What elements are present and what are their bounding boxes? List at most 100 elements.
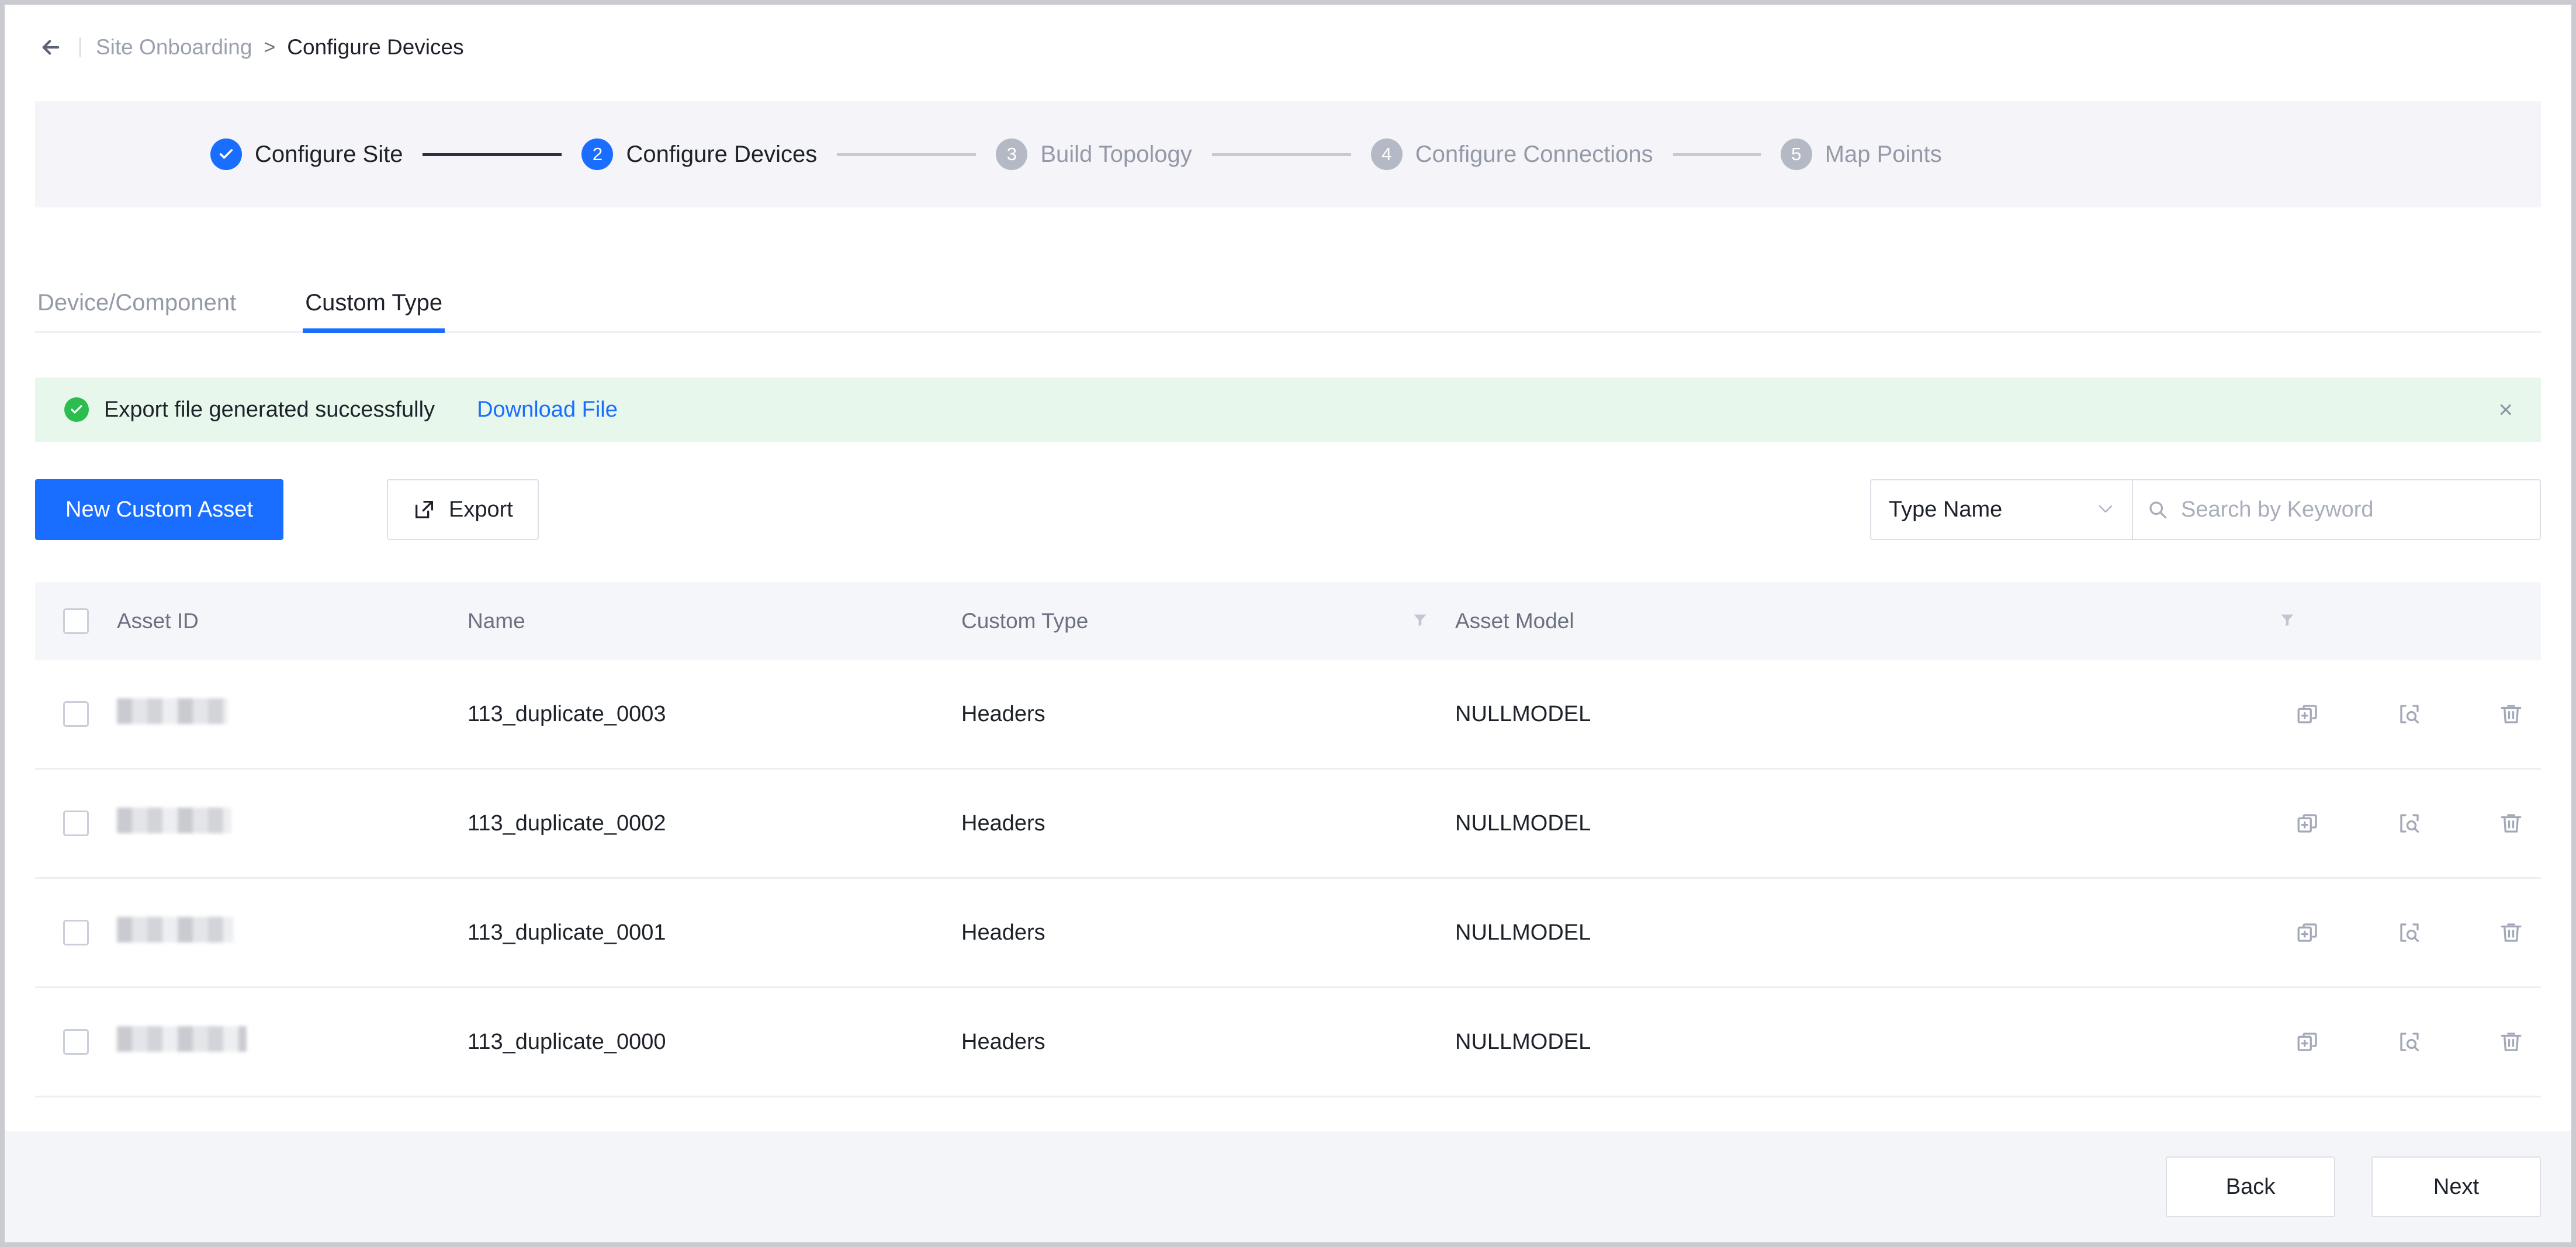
breadcrumb: Site Onboarding > Configure Devices (37, 33, 464, 62)
breadcrumb-parent[interactable]: Site Onboarding (96, 35, 252, 60)
breadcrumb-chevron: > (264, 36, 276, 58)
external-link-icon (413, 498, 436, 521)
row-select-cell (35, 701, 117, 727)
cell-custom-type: Headers (961, 810, 1045, 836)
table-row[interactable]: 113_duplicate_0002 Headers NULLMODEL (35, 770, 2541, 879)
step-badge-1 (210, 138, 242, 170)
type-name-select[interactable]: Type Name (1870, 479, 2132, 540)
wizard-footer: Back Next (5, 1131, 2571, 1242)
cell-name: 113_duplicate_0003 (468, 701, 666, 726)
search-input[interactable] (2181, 497, 2526, 522)
app-window: Site Onboarding > Configure Devices Conf… (5, 5, 2571, 1242)
step-connector-3 (1211, 153, 1351, 156)
stepper-steps: Configure Site 2 Configure Devices 3 Bui… (210, 138, 1942, 170)
col-asset-model: Asset Model (1455, 609, 2295, 633)
tab-custom-type[interactable]: Custom Type (303, 290, 445, 333)
row-select-cell (35, 1029, 117, 1055)
cell-actions (2295, 920, 2541, 945)
step-badge-5: 5 (1780, 138, 1812, 170)
duplicate-icon[interactable] (2295, 920, 2320, 945)
table-row[interactable]: 113_duplicate_0001 Headers NULLMODEL (35, 879, 2541, 988)
step-configure-site[interactable]: Configure Site (210, 138, 403, 170)
preview-icon[interactable] (2397, 702, 2422, 726)
step-label-3: Build Topology (1040, 141, 1192, 167)
breadcrumb-divider (79, 37, 81, 57)
row-checkbox[interactable] (63, 701, 89, 727)
preview-icon[interactable] (2397, 811, 2422, 836)
export-button[interactable]: Export (387, 479, 539, 540)
next-button[interactable]: Next (2371, 1156, 2541, 1217)
row-checkbox[interactable] (63, 810, 89, 836)
export-success-alert: Export file generated successfully Downl… (35, 377, 2541, 442)
duplicate-icon[interactable] (2295, 1030, 2320, 1054)
row-select-cell (35, 810, 117, 836)
step-configure-devices[interactable]: 2 Configure Devices (581, 138, 817, 170)
delete-icon[interactable] (2499, 811, 2523, 836)
cell-asset-model: NULLMODEL (1455, 1029, 1591, 1054)
table-row[interactable]: 113_duplicate_0000 Headers NULLMODEL (35, 988, 2541, 1097)
alert-message: Export file generated successfully (104, 397, 435, 422)
search-icon (2147, 499, 2168, 520)
select-all-cell (35, 608, 117, 634)
step-label-1: Configure Site (255, 141, 403, 167)
download-file-link[interactable]: Download File (477, 397, 618, 422)
table-toolbar: New Custom Asset Export Type Name (35, 479, 2541, 540)
row-checkbox[interactable] (63, 1029, 89, 1055)
step-connector-4 (1673, 153, 1761, 156)
search-field-wrapper[interactable] (2132, 479, 2541, 540)
delete-icon[interactable] (2499, 702, 2523, 726)
cell-asset-id (117, 808, 468, 839)
preview-icon[interactable] (2397, 1030, 2422, 1054)
check-circle-icon (64, 397, 89, 422)
step-label-4: Configure Connections (1415, 141, 1653, 167)
step-connector-2 (837, 153, 977, 156)
redacted-asset-id (117, 808, 231, 833)
row-checkbox[interactable] (63, 920, 89, 945)
cell-asset-model: NULLMODEL (1455, 920, 1591, 945)
redacted-asset-id (117, 917, 234, 943)
col-asset-id: Asset ID (117, 609, 199, 633)
custom-asset-table: Asset ID Name Custom Type Asset Model 11… (35, 582, 2541, 1097)
cell-custom-type: Headers (961, 701, 1045, 726)
step-label-5: Map Points (1824, 141, 1942, 167)
arrow-left-icon[interactable] (37, 34, 64, 61)
content-tabs: Device/Component Custom Type (35, 262, 2541, 333)
preview-icon[interactable] (2397, 920, 2422, 945)
cell-asset-model: NULLMODEL (1455, 701, 1591, 726)
duplicate-icon[interactable] (2295, 811, 2320, 836)
chevron-down-icon (2097, 500, 2114, 519)
filter-icon-asset-model[interactable] (2279, 609, 2295, 633)
cell-asset-id (117, 698, 468, 730)
table-header-row: Asset ID Name Custom Type Asset Model (35, 582, 2541, 660)
table-row[interactable]: 113_duplicate_0003 Headers NULLMODEL (35, 660, 2541, 770)
tab-device-component[interactable]: Device/Component (35, 290, 238, 331)
cell-actions (2295, 702, 2541, 726)
cell-custom-type: Headers (961, 1029, 1045, 1054)
select-all-checkbox[interactable] (63, 608, 89, 634)
delete-icon[interactable] (2499, 920, 2523, 945)
cell-actions (2295, 811, 2541, 836)
col-name: Name (468, 609, 525, 633)
back-button[interactable]: Back (2166, 1156, 2335, 1217)
cell-name: 113_duplicate_0000 (468, 1029, 666, 1054)
step-connector-1 (423, 153, 562, 156)
col-asset-model-label: Asset Model (1455, 609, 1574, 633)
cell-actions (2295, 1030, 2541, 1054)
export-button-label: Export (449, 497, 513, 522)
type-name-select-value: Type Name (1889, 497, 2003, 522)
step-configure-connections[interactable]: 4 Configure Connections (1370, 138, 1653, 170)
new-custom-asset-button[interactable]: New Custom Asset (35, 479, 283, 540)
search-controls: Type Name (1870, 479, 2541, 540)
cell-asset-id (117, 917, 468, 948)
delete-icon[interactable] (2499, 1030, 2523, 1054)
duplicate-icon[interactable] (2295, 702, 2320, 726)
close-icon[interactable]: × (2498, 397, 2513, 422)
step-map-points[interactable]: 5 Map Points (1780, 138, 1942, 170)
step-label-2: Configure Devices (626, 141, 818, 167)
step-build-topology[interactable]: 3 Build Topology (996, 138, 1192, 170)
wizard-stepper: Configure Site 2 Configure Devices 3 Bui… (35, 101, 2541, 207)
filter-icon-custom-type[interactable] (1412, 609, 1428, 633)
cell-asset-model: NULLMODEL (1455, 810, 1591, 836)
redacted-asset-id (117, 1026, 247, 1052)
step-badge-3: 3 (996, 138, 1028, 170)
